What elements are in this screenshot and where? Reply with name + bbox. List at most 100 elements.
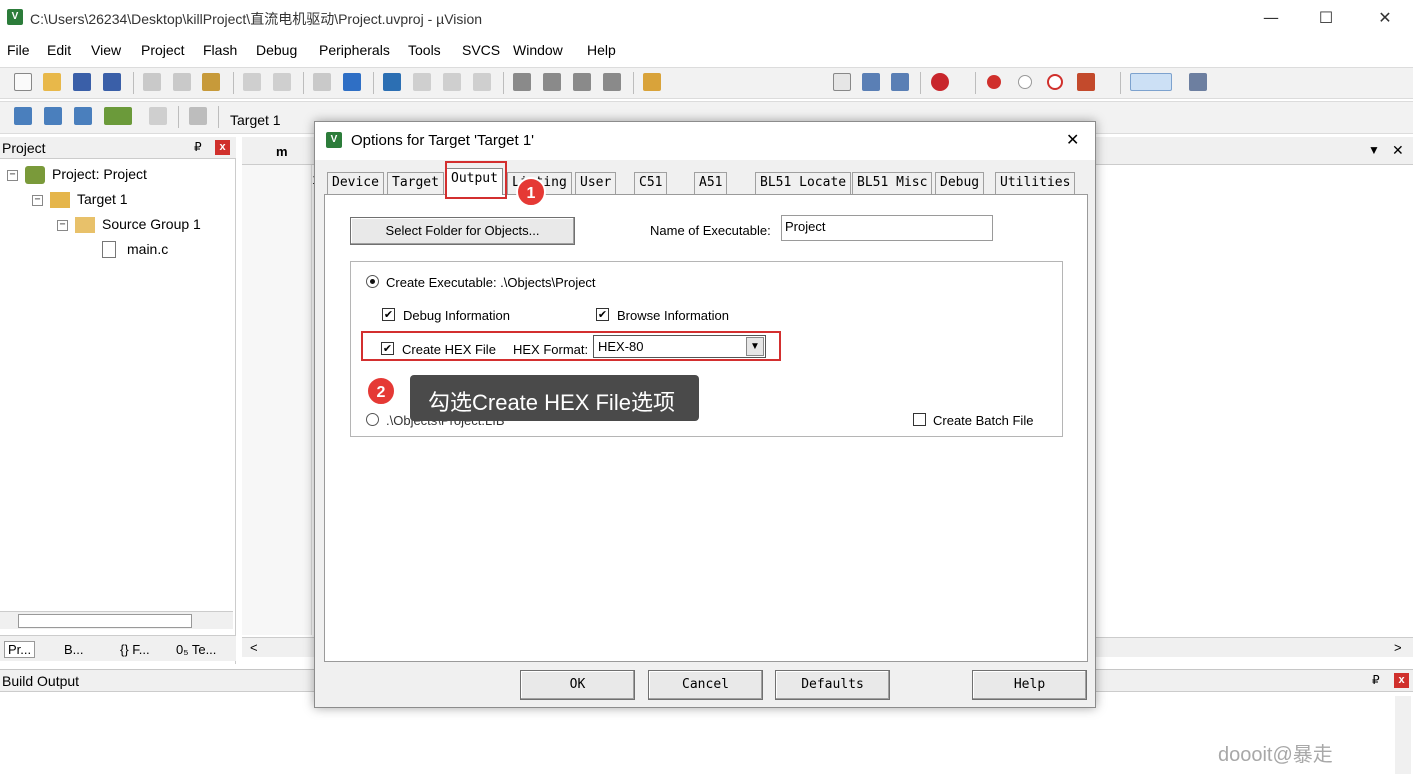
create-batch-file-checkbox[interactable] xyxy=(913,413,926,426)
breakpoint-disable-all-icon[interactable] xyxy=(1047,74,1063,90)
build-pin-icon[interactable]: ₽ xyxy=(1372,673,1380,687)
paste-icon[interactable] xyxy=(202,73,220,91)
menu-project[interactable]: Project xyxy=(141,42,185,58)
collapse-group-icon[interactable]: − xyxy=(57,220,68,231)
menu-tools[interactable]: Tools xyxy=(408,42,441,58)
cancel-button[interactable]: Cancel xyxy=(648,670,763,700)
debug-information-checkbox[interactable]: ✔ xyxy=(382,308,395,321)
tab-books[interactable]: B... xyxy=(64,642,84,657)
tab-templates[interactable]: 0₅ Te... xyxy=(176,642,216,657)
tab-c51[interactable]: C51 xyxy=(634,172,668,194)
collapse-root-icon[interactable]: − xyxy=(7,170,18,181)
build-close-icon[interactable]: x xyxy=(1394,673,1409,688)
create-executable-radio[interactable] xyxy=(366,275,379,288)
menu-debug[interactable]: Debug xyxy=(256,42,297,58)
batch-build-icon[interactable] xyxy=(104,107,132,125)
translate-icon[interactable] xyxy=(14,107,32,125)
tab-target[interactable]: Target xyxy=(387,172,444,194)
tree-source-group[interactable]: Source Group 1 xyxy=(102,216,201,232)
menu-window[interactable]: Window xyxy=(513,42,563,58)
build-output-vscrollbar[interactable] xyxy=(1395,696,1411,774)
editor-tab-main-c[interactable]: m xyxy=(276,144,288,159)
window-layout-icon[interactable] xyxy=(1130,73,1172,91)
tab-bl51-misc[interactable]: BL51 Misc xyxy=(852,172,933,194)
new-file-icon[interactable] xyxy=(14,73,32,91)
undo-icon[interactable] xyxy=(243,73,261,91)
help-button[interactable]: Help xyxy=(972,670,1087,700)
breakpoint-kill-all-icon[interactable] xyxy=(1077,73,1095,91)
ok-button[interactable]: OK xyxy=(520,670,635,700)
tree-target[interactable]: Target 1 xyxy=(77,191,128,207)
save-icon[interactable] xyxy=(73,73,91,91)
nav-back-icon[interactable] xyxy=(313,73,331,91)
menu-svcs[interactable]: SVCS xyxy=(462,42,500,58)
create-library-radio[interactable] xyxy=(366,413,379,426)
select-folder-button[interactable]: Select Folder for Objects... xyxy=(350,217,575,245)
rebuild-icon[interactable] xyxy=(74,107,92,125)
scroll-left-icon[interactable]: < xyxy=(250,640,258,655)
redo-icon[interactable] xyxy=(273,73,291,91)
menu-peripherals[interactable]: Peripherals xyxy=(319,42,390,58)
collapse-target-icon[interactable]: − xyxy=(32,195,43,206)
browse-information-checkbox[interactable]: ✔ xyxy=(596,308,609,321)
stop-build-icon[interactable] xyxy=(149,107,167,125)
menu-edit[interactable]: Edit xyxy=(47,42,71,58)
close-window-button[interactable]: ✕ xyxy=(1362,4,1408,32)
find-in-files-icon[interactable] xyxy=(643,73,661,91)
dialog-close-button[interactable]: ✕ xyxy=(1066,130,1079,149)
configure-wrench-icon[interactable] xyxy=(1189,73,1207,91)
nav-forward-icon[interactable] xyxy=(343,73,361,91)
step-2-badge: 2 xyxy=(366,376,396,406)
hex-format-value: HEX-80 xyxy=(598,339,644,354)
scroll-right-icon[interactable]: > xyxy=(1394,640,1402,655)
name-of-executable-input[interactable]: Project xyxy=(781,215,993,241)
download-load-icon[interactable] xyxy=(189,107,207,125)
tree-project-root[interactable]: Project: Project xyxy=(52,166,147,182)
uncomment-icon[interactable] xyxy=(603,73,621,91)
comment-icon[interactable] xyxy=(573,73,591,91)
menu-file[interactable]: File xyxy=(7,42,30,58)
unindent-icon[interactable] xyxy=(543,73,561,91)
hex-format-select[interactable]: HEX-80 ▼ xyxy=(593,335,766,358)
save-all-icon[interactable] xyxy=(103,73,121,91)
project-hscrollbar[interactable] xyxy=(0,611,233,629)
bookmark-clear-icon[interactable] xyxy=(473,73,491,91)
bookmark-next-icon[interactable] xyxy=(443,73,461,91)
tab-a51[interactable]: A51 xyxy=(694,172,728,194)
defaults-button[interactable]: Defaults xyxy=(775,670,890,700)
debug-session-icon[interactable] xyxy=(931,73,949,91)
copy-icon[interactable] xyxy=(173,73,191,91)
tab-utilities[interactable]: Utilities xyxy=(995,172,1076,194)
close-panel-icon[interactable]: x xyxy=(215,140,230,155)
create-hex-file-checkbox[interactable]: ✔ xyxy=(381,342,394,355)
indent-icon[interactable] xyxy=(513,73,531,91)
build-icon[interactable] xyxy=(44,107,62,125)
tab-device[interactable]: Device xyxy=(327,172,384,194)
tab-debug[interactable]: Debug xyxy=(935,172,985,194)
find-icon[interactable] xyxy=(862,73,880,91)
tab-user[interactable]: User xyxy=(575,172,617,194)
find-combo-dropdown-icon[interactable] xyxy=(833,73,851,91)
incremental-find-icon[interactable] xyxy=(891,73,909,91)
editor-tab-list-icon[interactable]: ▼ xyxy=(1368,143,1380,157)
breakpoint-insert-icon[interactable] xyxy=(987,75,1001,89)
menu-flash[interactable]: Flash xyxy=(203,42,237,58)
menu-help[interactable]: Help xyxy=(587,42,616,58)
maximize-button[interactable]: ☐ xyxy=(1303,4,1349,32)
tree-file-main-c[interactable]: main.c xyxy=(127,241,168,257)
hscroll-thumb[interactable] xyxy=(18,614,192,628)
open-folder-icon[interactable] xyxy=(43,73,61,91)
editor-close-icon[interactable]: ✕ xyxy=(1392,142,1404,159)
cut-icon[interactable] xyxy=(143,73,161,91)
breakpoint-enable-icon[interactable] xyxy=(1018,75,1032,89)
bookmark-icon[interactable] xyxy=(383,73,401,91)
pin-icon[interactable]: ₽ xyxy=(194,140,202,154)
menu-view[interactable]: View xyxy=(91,42,121,58)
minimize-button[interactable]: — xyxy=(1248,4,1294,32)
target-select-label[interactable]: Target 1 xyxy=(230,112,281,128)
tab-bl51-locate[interactable]: BL51 Locate xyxy=(755,172,852,194)
chevron-down-icon[interactable]: ▼ xyxy=(746,337,764,356)
bookmark-prev-icon[interactable] xyxy=(413,73,431,91)
tab-project[interactable]: Pr... xyxy=(4,641,36,658)
tab-functions[interactable]: {} F... xyxy=(120,642,150,657)
